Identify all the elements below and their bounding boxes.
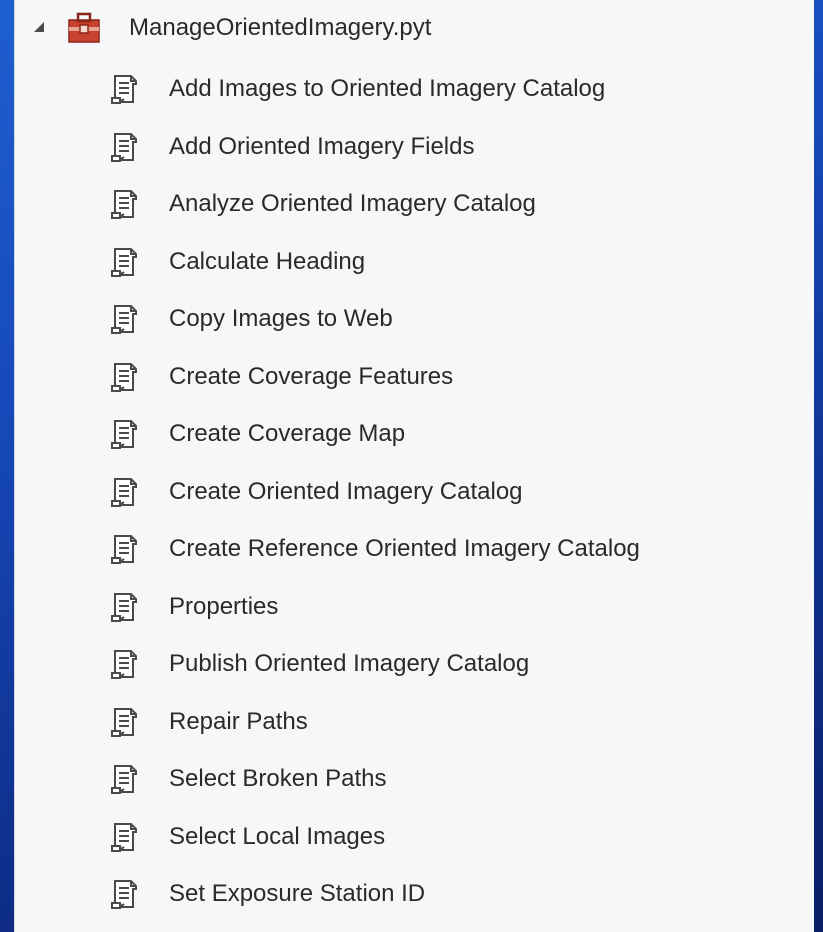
- toolbox-label: ManageOrientedImagery.pyt: [129, 14, 432, 41]
- tool-item-label: Create Oriented Imagery Catalog: [169, 477, 523, 505]
- tool-item-label: Set Exposure Station ID: [169, 880, 426, 907]
- tool-item-label: Add Oriented Imagery Fields: [169, 132, 475, 160]
- tool-item[interactable]: Repair Paths: [15, 693, 814, 751]
- tool-item[interactable]: Create Reference Oriented Imagery Catalo…: [15, 520, 814, 578]
- expanded-triangle-icon[interactable]: [34, 22, 44, 32]
- toolbox-node[interactable]: ManageOrientedImagery.pyt: [15, 5, 814, 51]
- tool-item[interactable]: Add Images to Oriented Imagery Catalog: [15, 60, 814, 118]
- tool-item[interactable]: Properties: [15, 578, 814, 636]
- script-tool-icon: [108, 187, 142, 221]
- toolbox-icon: [68, 12, 100, 43]
- tool-list: Add Images to Oriented Imagery Catalog Ad…: [15, 60, 814, 923]
- tool-item-label: Select Local Images: [169, 822, 386, 850]
- tool-item[interactable]: Create Coverage Map: [15, 405, 814, 463]
- tool-item[interactable]: Publish Oriented Imagery Catalog: [15, 635, 814, 693]
- tool-item[interactable]: Create Oriented Imagery Catalog: [15, 463, 814, 521]
- script-tool-icon: [108, 820, 142, 854]
- script-tool-icon: [108, 130, 142, 164]
- tool-item[interactable]: Create Coverage Features: [15, 348, 814, 406]
- script-tool-icon: [108, 590, 142, 624]
- tool-item-label: Copy Images to Web: [169, 305, 393, 332]
- tool-item-label: Create Reference Oriented Imagery Catalo…: [169, 535, 640, 562]
- tool-item-label: Select Broken Paths: [169, 765, 387, 792]
- script-tool-icon: [108, 705, 142, 739]
- tool-item-label: Calculate Heading: [169, 247, 366, 275]
- script-tool-icon: [108, 302, 142, 336]
- script-tool-icon: [108, 532, 142, 566]
- tool-item-label: Repair Paths: [169, 707, 308, 735]
- tool-item[interactable]: Set Exposure Station ID: [15, 865, 814, 923]
- tool-item[interactable]: Calculate Heading: [15, 233, 814, 291]
- tool-item[interactable]: Add Oriented Imagery Fields: [15, 118, 814, 176]
- script-tool-icon: [108, 72, 142, 106]
- script-tool-icon: [108, 475, 142, 509]
- script-tool-icon: [108, 245, 142, 279]
- tool-item[interactable]: Select Broken Paths: [15, 750, 814, 808]
- script-tool-icon: [108, 647, 142, 681]
- tool-item[interactable]: Copy Images to Web: [15, 290, 814, 348]
- tool-item-label: Analyze Oriented Imagery Catalog: [169, 190, 536, 217]
- script-tool-icon: [108, 877, 142, 911]
- tool-item-label: Create Coverage Features: [169, 362, 454, 390]
- tool-item-label: Add Images to Oriented Imagery Catalog: [169, 75, 606, 102]
- catalog-pane: ManageOrientedImagery.pyt Add Images to …: [14, 0, 814, 932]
- tool-item[interactable]: Analyze Oriented Imagery Catalog: [15, 175, 814, 233]
- script-tool-icon: [108, 762, 142, 796]
- script-tool-icon: [108, 417, 142, 451]
- script-tool-icon: [108, 360, 142, 394]
- tool-item-label: Properties: [169, 592, 279, 620]
- tool-item-label: Publish Oriented Imagery Catalog: [169, 650, 530, 677]
- tool-item-label: Create Coverage Map: [169, 420, 406, 447]
- tool-item[interactable]: Select Local Images: [15, 808, 814, 866]
